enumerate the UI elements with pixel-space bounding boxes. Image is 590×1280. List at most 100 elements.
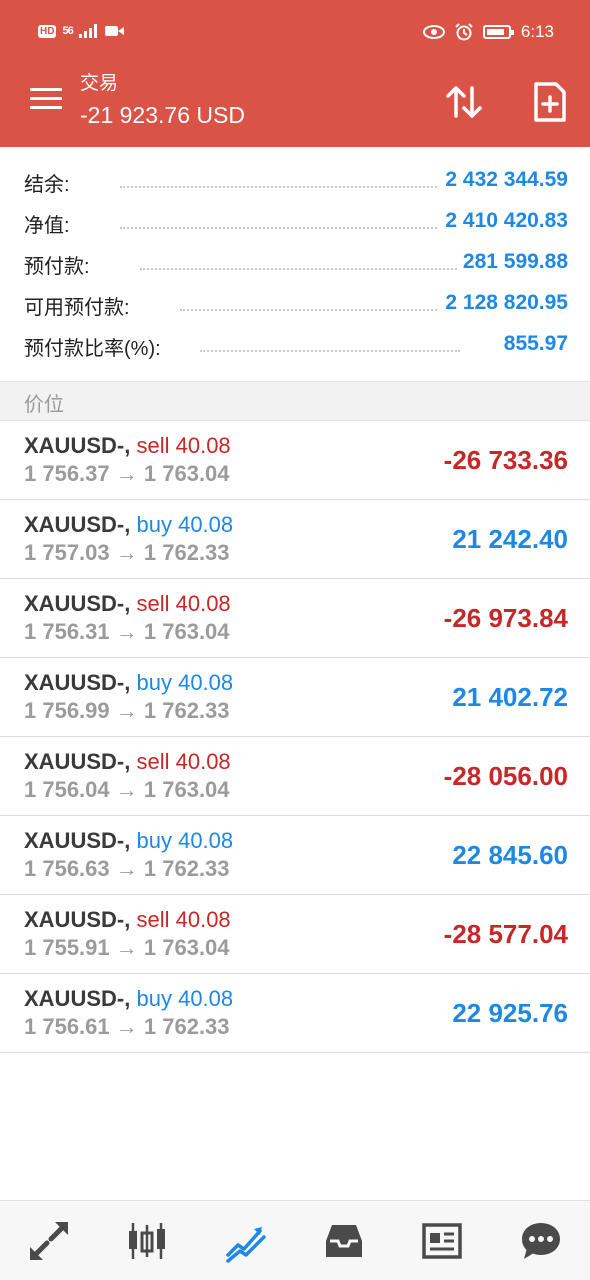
position-row[interactable]: XAUUSD-, sell 40.08 1 756.37 → 1 763.04 …: [0, 421, 590, 500]
position-symbol: XAUUSD-,: [24, 433, 131, 458]
arrow-icon: →: [115, 698, 138, 723]
current-price: 1 762.33: [143, 540, 230, 565]
position-row[interactable]: XAUUSD-, buy 40.08 1 756.61 → 1 762.33 2…: [0, 974, 590, 1053]
nav-history[interactable]: [314, 1211, 374, 1271]
position-volume: 40.08: [175, 433, 231, 458]
position-row[interactable]: XAUUSD-, sell 40.08 1 755.91 → 1 763.04 …: [0, 895, 590, 974]
status-left: HD 56: [38, 24, 125, 38]
nav-news[interactable]: [412, 1211, 472, 1271]
status-bar: HD 56 6:13: [0, 0, 590, 68]
position-symbol: XAUUSD-,: [24, 828, 131, 853]
position-row[interactable]: XAUUSD-, sell 40.08 1 756.31 → 1 763.04 …: [0, 579, 590, 658]
margin-row: 预付款: 281 599.88: [0, 244, 590, 285]
position-row[interactable]: XAUUSD-, buy 40.08 1 757.03 → 1 762.33 2…: [0, 500, 590, 579]
position-volume: 40.08: [178, 512, 234, 537]
position-profit: 22 925.76: [452, 998, 568, 1028]
arrow-icon: →: [115, 777, 138, 802]
margin-label: 预付款:: [24, 250, 96, 279]
app-header: HD 56 6:13 交易 -21 923.76 USD: [0, 0, 590, 147]
arrow-icon: →: [115, 619, 138, 644]
total-profit: -21 923.76 USD: [80, 102, 245, 128]
open-price: 1 756.31: [24, 619, 110, 644]
position-type: buy: [136, 512, 172, 537]
position-row[interactable]: XAUUSD-, buy 40.08 1 756.63 → 1 762.33 2…: [0, 816, 590, 895]
position-type: sell: [136, 433, 170, 458]
current-price: 1 763.04: [143, 461, 230, 486]
balance-label: 结余:: [24, 168, 76, 197]
position-symbol: XAUUSD-,: [24, 986, 131, 1011]
header-title-block: 交易 -21 923.76 USD: [80, 72, 245, 132]
nav-chart[interactable]: [117, 1211, 177, 1271]
clock: 6:13: [520, 22, 554, 41]
position-row[interactable]: XAUUSD-, buy 40.08 1 756.99 → 1 762.33 2…: [0, 658, 590, 737]
nav-chat[interactable]: [511, 1211, 571, 1271]
open-price: 1 756.61: [24, 1014, 110, 1039]
current-price: 1 762.33: [143, 856, 230, 881]
position-symbol: XAUUSD-,: [24, 907, 131, 932]
position-volume: 40.08: [178, 828, 234, 853]
sort-button[interactable]: [444, 80, 484, 124]
open-price: 1 757.03: [24, 540, 110, 565]
chat-icon: [521, 1222, 560, 1259]
arrow-icon: →: [115, 461, 138, 486]
margin-level-value: 855.97: [497, 332, 568, 356]
menu-icon: [30, 88, 62, 109]
new-order-button[interactable]: [530, 80, 570, 124]
position-symbol: XAUUSD-,: [24, 749, 131, 774]
nav-quotes[interactable]: [19, 1211, 79, 1271]
free-margin-label: 可用预付款:: [24, 291, 136, 320]
arrow-icon: →: [115, 935, 138, 960]
position-volume: 40.08: [175, 907, 231, 932]
open-price: 1 756.99: [24, 698, 110, 723]
positions-section-header: 价位: [0, 381, 590, 421]
arrow-icon: →: [115, 1014, 138, 1039]
current-price: 1 763.04: [143, 777, 230, 802]
position-profit: -28 056.00: [443, 761, 568, 791]
trade-icon: [226, 1226, 266, 1263]
chart-icon: [129, 1222, 166, 1259]
position-symbol: XAUUSD-,: [24, 670, 131, 695]
dotted-leader: [200, 350, 460, 352]
current-price: 1 763.04: [143, 619, 230, 644]
position-volume: 40.08: [175, 591, 231, 616]
position-symbol: XAUUSD-,: [24, 512, 131, 537]
network-label: 56: [62, 25, 73, 37]
open-price: 1 755.91: [24, 935, 110, 960]
arrow-icon: →: [115, 856, 138, 881]
position-profit: 22 845.60: [452, 840, 568, 870]
position-type: buy: [136, 670, 172, 695]
position-type: sell: [136, 749, 170, 774]
position-symbol: XAUUSD-,: [24, 591, 131, 616]
new-order-icon: [534, 82, 566, 122]
margin-level-row: 预付款比率(%): 855.97: [0, 326, 590, 367]
free-margin-row: 可用预付款: 2 128 820.95: [0, 285, 590, 326]
margin-level-label: 预付款比率(%):: [24, 332, 167, 361]
signal-icon: [78, 24, 97, 38]
position-type: sell: [136, 907, 170, 932]
open-price: 1 756.37: [24, 461, 110, 486]
dotted-leader: [180, 309, 460, 311]
quotes-icon: [30, 1221, 69, 1260]
eye-icon: [422, 25, 445, 39]
battery-icon: [482, 25, 514, 39]
position-volume: 40.08: [178, 670, 234, 695]
position-row[interactable]: XAUUSD-, sell 40.08 1 756.04 → 1 763.04 …: [0, 737, 590, 816]
open-price: 1 756.63: [24, 856, 110, 881]
current-price: 1 762.33: [143, 1014, 230, 1039]
menu-button[interactable]: [30, 88, 62, 114]
news-icon: [422, 1222, 463, 1259]
equity-label: 净值:: [24, 209, 76, 238]
nav-trade[interactable]: [216, 1211, 276, 1271]
alarm-icon: [455, 23, 473, 41]
position-volume: 40.08: [178, 986, 234, 1011]
position-profit: 21 402.72: [452, 682, 568, 712]
position-type: sell: [136, 591, 170, 616]
position-profit: -26 733.36: [443, 445, 568, 475]
current-price: 1 763.04: [143, 935, 230, 960]
dotted-leader: [140, 268, 460, 270]
hd-badge: HD: [38, 24, 57, 38]
positions-list: XAUUSD-, sell 40.08 1 756.37 → 1 763.04 …: [0, 421, 590, 1053]
bottom-nav: [0, 1200, 590, 1280]
history-icon: [326, 1224, 363, 1257]
open-price: 1 756.04: [24, 777, 110, 802]
